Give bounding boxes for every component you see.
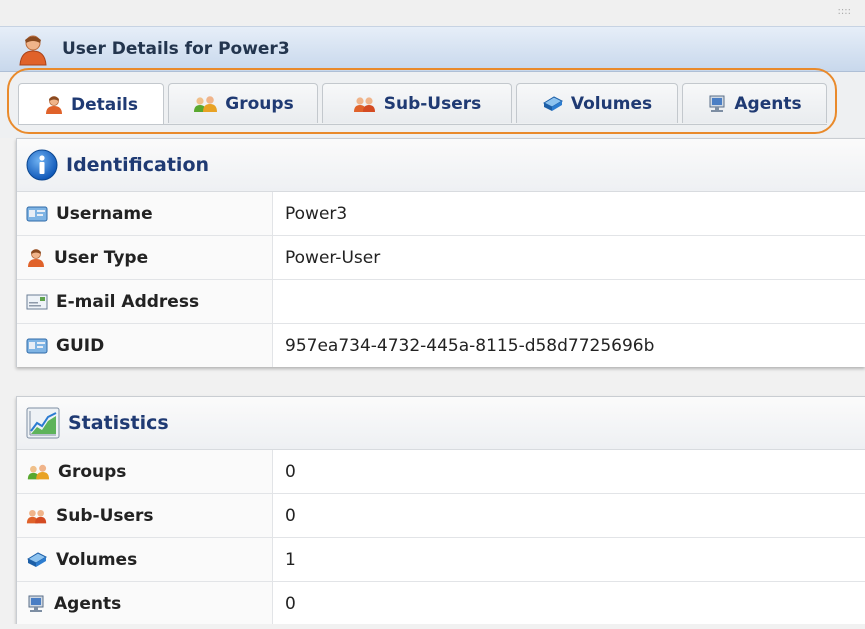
identification-header: Identification [17, 139, 865, 192]
row-value: 0 [285, 505, 296, 526]
groups-icon [192, 94, 218, 114]
table-row: Sub-Users 0 [17, 494, 865, 538]
table-row: Volumes 1 [17, 538, 865, 582]
row-label: Agents [54, 593, 122, 614]
id-card-icon [26, 337, 48, 355]
statistics-panel: Statistics Groups 0 Sub-Users 0 Volumes … [16, 396, 865, 625]
row-label: Groups [58, 461, 127, 482]
window-title: User Details for Power3 [62, 39, 290, 59]
volumes-icon [542, 94, 564, 114]
row-value: 0 [285, 461, 296, 482]
row-value: 1 [285, 549, 296, 570]
user-icon [44, 95, 64, 115]
row-label: GUID [56, 335, 105, 356]
row-value: Power3 [285, 203, 348, 224]
id-card-icon [26, 205, 48, 223]
table-row: GUID 957ea734-4732-445a-8115-d58d7725696… [17, 324, 865, 367]
row-value: 0 [285, 593, 296, 614]
email-icon [26, 293, 48, 311]
row-value: 957ea734-4732-445a-8115-d58d7725696b [285, 335, 655, 356]
resize-grip[interactable]: :::: [838, 6, 851, 17]
row-value [273, 280, 865, 323]
row-value: Power-User [285, 247, 381, 268]
tab-agents[interactable]: Agents [682, 83, 827, 123]
window-titlebar: User Details for Power3 [0, 26, 865, 72]
statistics-header: Statistics [17, 397, 865, 450]
top-strip: :::: [0, 0, 865, 26]
agents-icon [707, 94, 727, 114]
tab-label: Agents [734, 93, 802, 114]
tab-underline [18, 124, 827, 125]
table-row: E-mail Address [17, 280, 865, 324]
tab-label: Volumes [570, 93, 653, 114]
row-label: E-mail Address [56, 291, 200, 312]
sub-users-icon [353, 94, 377, 114]
user-icon [18, 34, 48, 70]
table-row: Groups 0 [17, 450, 865, 494]
identification-panel: Identification Username Power3 User Type… [16, 138, 865, 367]
tab-volumes[interactable]: Volumes [516, 83, 678, 123]
sub-users-icon [26, 506, 48, 526]
tab-groups[interactable]: Groups [168, 83, 318, 123]
info-icon [26, 149, 58, 181]
user-icon [26, 248, 46, 268]
table-row: Agents 0 [17, 582, 865, 625]
row-label: Sub-Users [56, 505, 154, 526]
row-label: User Type [54, 247, 149, 268]
volumes-icon [26, 550, 48, 570]
row-label: Username [56, 203, 153, 224]
tab-details[interactable]: Details [18, 83, 164, 125]
identification-title: Identification [66, 154, 210, 176]
tab-label: Groups [225, 93, 294, 114]
tab-label: Sub-Users [383, 93, 482, 114]
groups-icon [26, 462, 50, 482]
table-row: Username Power3 [17, 192, 865, 236]
agents-icon [26, 594, 46, 614]
tab-sub-users[interactable]: Sub-Users [322, 83, 512, 123]
row-label: Volumes [56, 549, 138, 570]
bottom-strip [0, 624, 865, 629]
table-row: User Type Power-User [17, 236, 865, 280]
chart-icon [26, 407, 60, 439]
statistics-title: Statistics [68, 412, 169, 434]
tab-label: Details [70, 94, 138, 115]
